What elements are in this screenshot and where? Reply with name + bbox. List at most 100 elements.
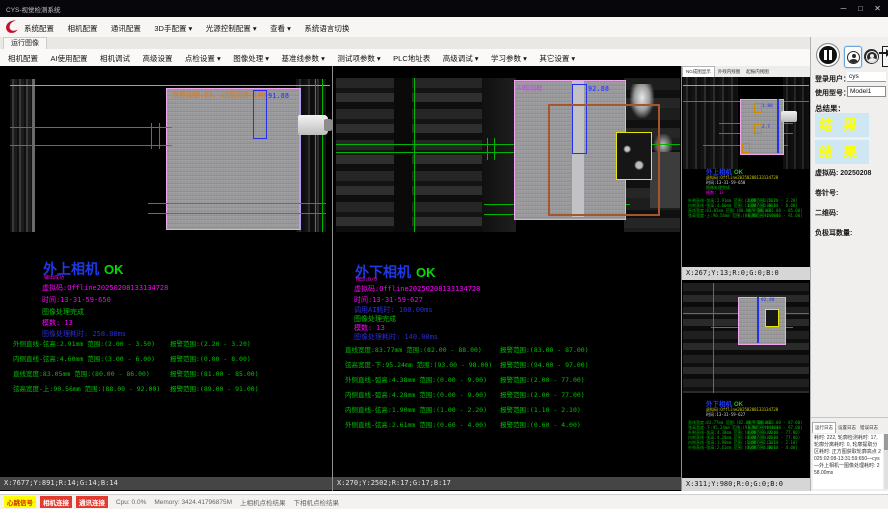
tool-camera-config[interactable]: 相机配置 [8, 51, 38, 67]
menu-comm-config[interactable]: 通讯配置 [111, 19, 141, 39]
window-controls: ─ □ ✕ [835, 0, 886, 17]
pause-icon [829, 50, 832, 60]
model-label: 使用型号： [815, 88, 850, 98]
machine-gap [394, 78, 412, 232]
tool-advanced-debug[interactable]: 高级调试 ▾ [443, 51, 479, 67]
result-box-lower: 结 果 [815, 140, 869, 164]
pause-icon [824, 50, 827, 60]
tab-error-log[interactable]: 错误日志 [858, 423, 880, 433]
measurement-row: 内侧直线-弦高:1.90mm 范围:(1.00 - 2.20) 报警范围:(1.… [345, 404, 661, 414]
minimize-icon[interactable]: ─ [835, 0, 852, 17]
log-scrollbar-thumb[interactable] [884, 434, 888, 450]
measure-box [253, 90, 267, 139]
menu-light-config[interactable]: 光源控制配置 ▾ [206, 19, 257, 39]
tab-vibration[interactable]: 起振内残图 [743, 67, 772, 77]
menu-system-config[interactable]: 系统配置 [24, 19, 54, 39]
roi-box-orange [754, 124, 762, 134]
camera-view-lower[interactable]: AI检测框 92.88 外下相机OK MES:0/0 虚拟码:Offline20… [333, 66, 682, 491]
measurement-value: 直线宽度:83.77mm 范围:(82.00 - 88.00) [345, 346, 482, 354]
measure-tick [494, 138, 495, 160]
alarm-range: 报警范围:(83.00 - 87.00) [500, 344, 589, 354]
lower-camera-check-result: 下相机点检结果 [294, 497, 340, 507]
tool-image-processing[interactable]: 图像处理 ▾ [233, 51, 269, 67]
alarm-range: 报警范围:(2.20 - 3.20) [170, 338, 251, 348]
measurement-value: 弦高宽度-上:90.56mm 范围:(88.00 - 92.00) [13, 385, 160, 393]
login-user-button[interactable] [844, 46, 862, 68]
tool-camera-debug[interactable]: 相机调试 [100, 51, 130, 67]
tool-plc-address[interactable]: PLC地址表 [393, 51, 430, 67]
tab-settings-log[interactable]: 设置日志 [836, 423, 858, 433]
measurement-value: 外侧直线-弦高:2.91mm 范围:(2.00 - 3.50) [13, 340, 155, 348]
camera-connection-badge: 相机连接 [40, 496, 72, 508]
measure-line [713, 283, 714, 393]
threshold-annotation: 灰度阈值:93, 动态阈值:100 [172, 90, 266, 100]
alarm-range: 报警范围:(89.00 - 91.00) [170, 383, 259, 393]
user-icon-body [868, 58, 877, 63]
login-user-value[interactable]: cys [847, 72, 886, 82]
thumbnail-view-upper[interactable]: NG成图显示外残内残图起振内残图 1.88 2.7 外上相机OK 虚拟码:Off… [682, 66, 811, 280]
measure-box [757, 297, 759, 343]
time-line: 时间:13-31-59-627 [354, 295, 423, 305]
alarm-range: 报警范围:(2.00 - 77.00) [500, 389, 585, 399]
measure-value-tag: 92.88 [588, 85, 609, 93]
measure-line [148, 203, 326, 204]
mold-count-line: 模数: 13 [42, 318, 73, 328]
tool-other-settings[interactable]: 其它设置 ▾ [539, 51, 575, 67]
barcode-line: 虚拟码:Offline20250208133134728 [42, 283, 168, 293]
log-scrollbar[interactable] [884, 434, 888, 489]
thumb-time: 时间:13-31-59-627 [706, 412, 745, 418]
measurement-value: 内侧直线-弦高:4.60mm 范围:(3.00 - 6.00) [13, 355, 155, 363]
measure-box [777, 99, 779, 153]
toolbar: 相机配置 AI使用配置 相机调试 高级设置 点检设置 ▾ 图像处理 ▾ 基准线参… [0, 49, 810, 67]
camera-view-upper[interactable]: 灰度阈值:93, 动态阈值:100 91.88 外上相机OK 输出成功 虚拟码:… [0, 66, 333, 491]
product-region [166, 88, 301, 230]
tool-ai-config[interactable]: AI使用配置 [50, 51, 87, 67]
measurement-value: 弦高宽度-下:95.24mm 范围:(93.00 - 98.00) [345, 361, 492, 369]
tab-ng-image[interactable]: NG成图显示 [682, 66, 715, 77]
process-done-line: 图像处理完成 [42, 307, 84, 317]
tool-spot-check[interactable]: 点检设置 ▾ [185, 51, 221, 67]
tool-learning-params[interactable]: 学习参数 ▾ [491, 51, 527, 67]
menu-robot-config[interactable]: 3D手配置 ▾ [154, 19, 192, 39]
tool-advanced-settings[interactable]: 高级设置 [142, 51, 172, 67]
maximize-icon[interactable]: □ [852, 0, 869, 17]
control-sidebar: 登录用户： cys 使用型号： Model1 总结果： 结 果 结 果 虚拟码:… [810, 37, 888, 491]
barcode-line: 虚拟码:Offline20250208133134728 [354, 284, 480, 294]
menu-camera-config[interactable]: 相机配置 [67, 19, 97, 39]
pause-button[interactable] [817, 44, 839, 66]
alarm-range: 报警范围:(94.00 - 97.00) [500, 359, 589, 369]
titlebar: CYS-视觉检测系统 ─ □ ✕ [0, 0, 888, 17]
virtual-code-label: 虚拟码: 20250208 [815, 168, 871, 178]
measurement-row: 内侧直线-弦高:4.60mm 范围:(3.00 - 6.00) 报警范围:(0.… [13, 353, 329, 363]
heartbeat-badge: 心跳信号 [4, 496, 36, 508]
menu-language-switch[interactable]: 系统语言切换 [304, 19, 349, 39]
close-icon[interactable]: ✕ [869, 0, 886, 17]
mes-status: MES:0/0 [356, 277, 377, 283]
pixel-coordinate-bar-thumb-lower: X:311;Y:980;R:0;G:0;B:0 [682, 478, 810, 491]
measurement-value: 内侧直线-弦高:1.90mm 范围:(1.00 - 2.20) [345, 406, 487, 414]
tab-outer-inner[interactable]: 外残内残图 [715, 67, 744, 77]
camera-image-lower: AI检测框 92.88 [336, 78, 680, 232]
qr-code-label: 二维码: [815, 208, 838, 218]
operator-button[interactable] [864, 49, 879, 64]
measurement-row: 弦高宽度-上:90.56mm 范围:(88.00 - 92.00) 报警范围:(… [13, 383, 329, 393]
tool-baseline-params[interactable]: 基准线参数 ▾ [282, 51, 325, 67]
model-value[interactable]: Model1 [847, 86, 886, 97]
cpu-usage: Cpu: 0.0% [116, 499, 146, 506]
pixel-coordinate-bar-lower: X:270;Y:2502;R:17;G:17;B:17 [333, 477, 681, 490]
log-text[interactable]: 耗时: 222, 轮廓检测耗时: 17, 轮廓分离耗时: 0, 轮廓提取分区耗时… [813, 434, 883, 489]
thumbnail-tabs: NG成图显示外残内残图起振内残图 [682, 66, 810, 77]
measure-line [148, 213, 326, 214]
measurement-value: 外侧直线-弦高:2.61mm 范围:(0.60 - 4.00) [345, 421, 487, 429]
exit-button[interactable] [882, 46, 888, 67]
comm-connection-badge: 通讯连接 [76, 496, 108, 508]
app-window: CYS-视觉检测系统 ─ □ ✕ 系统配置 相机配置 通讯配置 3D手配置 ▾ … [0, 0, 888, 522]
measure-tick [487, 138, 488, 160]
thumbnail-view-lower[interactable]: 92.88 外下相机OK 虚拟码:Offline2025020813313472… [682, 280, 811, 491]
result-box-upper: 结 果 [815, 113, 869, 137]
log-tabs: 运行日志设置日志错误日志 [812, 422, 888, 433]
tab-run-log[interactable]: 运行日志 [812, 422, 836, 433]
menu-view[interactable]: 查看 ▾ [270, 19, 291, 39]
tool-test-params[interactable]: 测试项参数 ▾ [337, 51, 380, 67]
measurement-row: 直线宽度:83.05mm 范围:(80.00 - 86.00) 报警范围:(81… [13, 368, 329, 378]
